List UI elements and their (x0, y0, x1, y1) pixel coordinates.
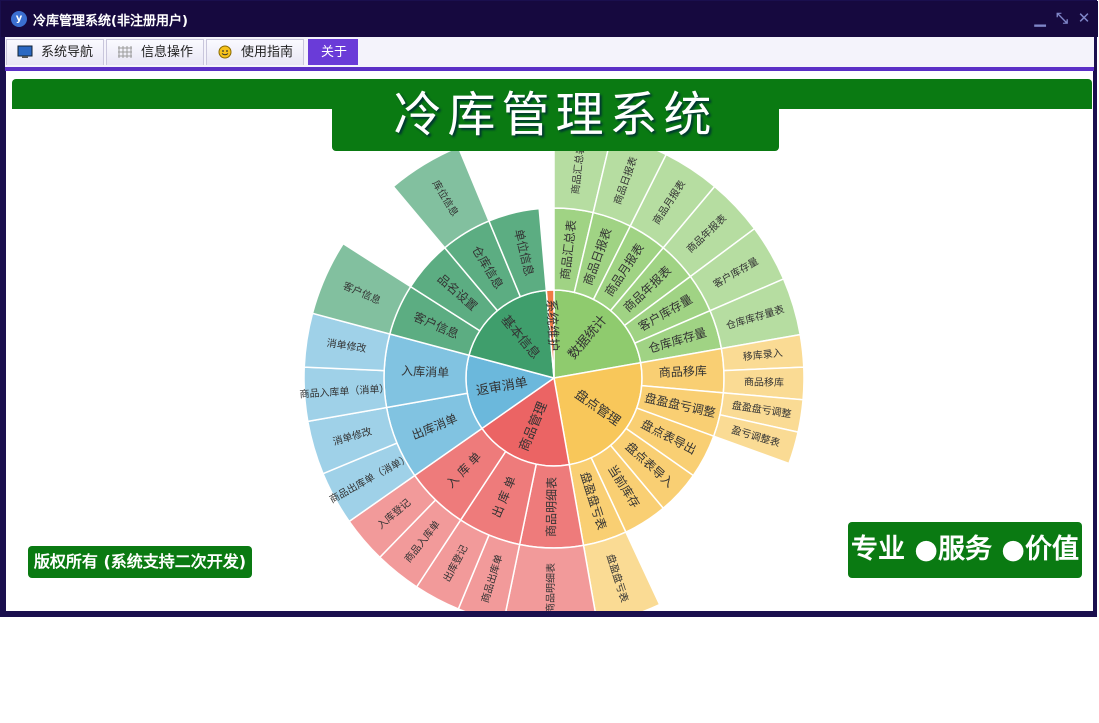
grid-icon (118, 46, 132, 58)
sunburst-child-label: 商品明细表 (543, 477, 559, 537)
sunburst-child-label: 入库消单 (401, 363, 450, 380)
minimize-icon[interactable]: ▁ (1031, 9, 1049, 27)
copyright-badge: 版权所有 (系统支持二次开发) (28, 546, 252, 578)
page-title: 冷库管理系统 (332, 79, 779, 151)
tab-label: 关于 (321, 45, 348, 60)
tab-label: 信息操作 (141, 45, 194, 60)
content-area: 数据统计 商品汇总表 商品汇总表 商品日报表 商品日报表 商品月报表 商品月报表 商品年报表商… (6, 71, 1093, 611)
sunburst-leaf-label: 商品明细表 (544, 563, 558, 611)
sunburst-leaf-label: 商品移库 (744, 375, 784, 389)
restore-icon[interactable]: ⤡ (1053, 9, 1071, 27)
tab-label: 系统导航 (41, 45, 94, 60)
app-window: y 冷库管理系统(非注册用户) ▁ ⤡ ✕ 系统导航 信息操作 使用指南 关于 … (0, 0, 1098, 617)
menu-bar: 系统导航 信息操作 使用指南 关于 (5, 37, 1094, 71)
app-icon: y (11, 11, 27, 27)
smiley-icon (218, 45, 232, 59)
tab-system-nav[interactable]: 系统导航 (6, 39, 104, 65)
window-title: 冷库管理系统(非注册用户) (33, 14, 188, 29)
slogan-badge: 专业 ●服务 ●价值 (848, 522, 1082, 578)
tab-info-ops[interactable]: 信息操作 (106, 39, 204, 65)
monitor-icon (17, 45, 33, 58)
title-bar[interactable]: y 冷库管理系统(非注册用户) ▁ ⤡ ✕ (1, 1, 1098, 37)
sunburst-group-label: 系统维护 (543, 299, 560, 352)
tab-about[interactable]: 关于 (308, 39, 358, 65)
tab-label: 使用指南 (241, 45, 294, 60)
sunburst-child-label: 商品移库 (659, 363, 708, 380)
close-icon[interactable]: ✕ (1075, 9, 1093, 27)
tab-user-guide[interactable]: 使用指南 (206, 39, 304, 65)
